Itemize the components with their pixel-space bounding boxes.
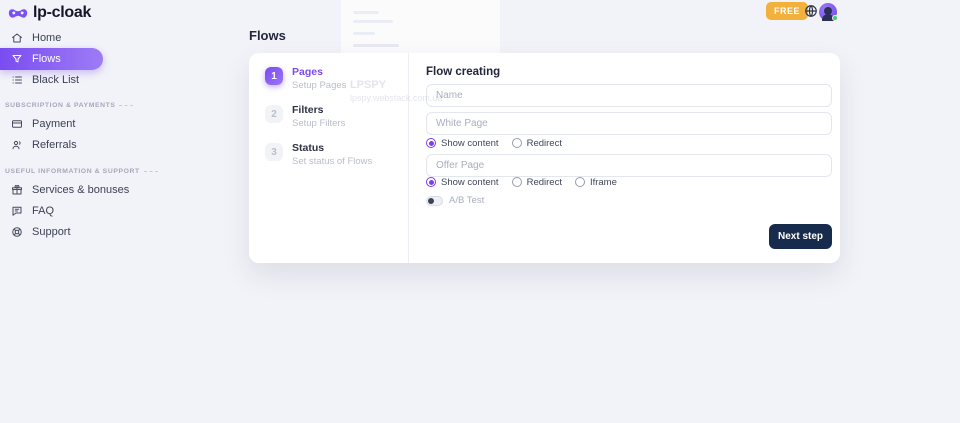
sidebar-section-subscription: SUBSCRIPTION & PAYMENTS	[5, 102, 133, 109]
sidebar-item-black-list[interactable]: Black List	[0, 69, 160, 91]
white-page-radio-show-content[interactable]: Show content	[426, 138, 499, 149]
white-page-input[interactable]	[426, 112, 832, 135]
sidebar-item-flows[interactable]: Flows	[0, 48, 103, 70]
referrals-icon	[11, 139, 23, 151]
logo-text: lp-cloak	[33, 4, 91, 22]
radio-label: Iframe	[590, 177, 617, 188]
next-step-button[interactable]: Next step	[769, 224, 832, 249]
step-subtitle: Setup Pages	[292, 80, 346, 91]
home-icon	[11, 32, 23, 44]
globe-icon	[804, 4, 818, 18]
radio-label: Redirect	[527, 138, 562, 149]
language-globe-button[interactable]	[804, 4, 818, 18]
online-status-dot	[832, 15, 838, 21]
step-number: 1	[265, 67, 283, 85]
ab-test-toggle[interactable]	[426, 196, 443, 206]
step-pages[interactable]: 1 Pages Setup Pages	[265, 67, 408, 91]
faq-chat-icon	[11, 205, 23, 217]
sidebar-item-label: Home	[32, 32, 61, 44]
sidebar-item-referrals[interactable]: Referrals	[0, 134, 160, 156]
sidebar-item-services-bonuses[interactable]: Services & bonuses	[0, 179, 160, 201]
flows-icon	[11, 53, 23, 65]
section-title: SUBSCRIPTION & PAYMENTS	[5, 102, 115, 109]
offer-page-options: Show content Redirect Iframe	[426, 176, 617, 188]
offer-page-radio-iframe[interactable]: Iframe	[575, 177, 617, 188]
step-title: Pages	[292, 67, 346, 78]
mask-logo-icon	[8, 7, 28, 20]
offer-page-input[interactable]	[426, 154, 832, 177]
radio-selected-icon	[426, 177, 436, 187]
offer-page-radio-show-content[interactable]: Show content	[426, 177, 499, 188]
step-subtitle: Setup Filters	[292, 118, 345, 129]
radio-label: Redirect	[527, 177, 562, 188]
radio-label: Show content	[441, 138, 499, 149]
lifebuoy-icon	[11, 226, 23, 238]
sidebar-item-home[interactable]: Home	[0, 27, 160, 49]
flow-creating-form: Flow creating Show content Redirect Show…	[426, 53, 832, 263]
sidebar-item-label: Black List	[32, 74, 79, 86]
sidebar-item-label: FAQ	[32, 205, 54, 217]
step-filters[interactable]: 2 Filters Setup Filters	[265, 105, 408, 129]
step-title: Filters	[292, 105, 345, 116]
step-title: Status	[292, 143, 372, 154]
step-number: 2	[265, 105, 283, 123]
gift-icon	[11, 184, 23, 196]
step-subtitle: Set status of Flows	[292, 156, 372, 167]
plan-badge-free-button[interactable]: FREE	[766, 2, 808, 20]
sidebar: lp-cloak Home Flows Black List SUBSCRIPT…	[0, 0, 210, 423]
radio-icon	[512, 138, 522, 148]
sidebar-item-faq[interactable]: FAQ	[0, 200, 160, 222]
radio-selected-icon	[426, 138, 436, 148]
sidebar-item-label: Referrals	[32, 139, 77, 151]
name-input[interactable]	[426, 84, 832, 107]
modal-title: Flow creating	[426, 66, 500, 78]
step-status[interactable]: 3 Status Set status of Flows	[265, 143, 408, 167]
sidebar-item-support[interactable]: Support	[0, 221, 160, 243]
ab-test-row: A/B Test	[426, 195, 484, 206]
radio-icon	[512, 177, 522, 187]
step-number: 3	[265, 143, 283, 161]
offer-page-radio-redirect[interactable]: Redirect	[512, 177, 562, 188]
white-page-options: Show content Redirect	[426, 137, 562, 149]
white-page-radio-redirect[interactable]: Redirect	[512, 138, 562, 149]
user-avatar[interactable]	[819, 3, 837, 21]
sidebar-section-useful-info: USEFUL INFORMATION & SUPPORT	[5, 168, 158, 175]
modal-steps: 1 Pages Setup Pages 2 Filters Setup Filt…	[249, 53, 409, 263]
app-logo[interactable]: lp-cloak	[8, 4, 91, 22]
sidebar-item-label: Support	[32, 226, 71, 238]
section-title: USEFUL INFORMATION & SUPPORT	[5, 168, 140, 175]
sidebar-item-payment[interactable]: Payment	[0, 113, 160, 135]
sidebar-item-label: Payment	[32, 118, 75, 130]
sidebar-item-label: Services & bonuses	[32, 184, 129, 196]
sidebar-item-label: Flows	[32, 53, 61, 65]
list-icon	[11, 74, 23, 86]
page-title: Flows	[249, 28, 286, 43]
radio-label: Show content	[441, 177, 499, 188]
ab-test-label: A/B Test	[449, 195, 484, 206]
radio-icon	[575, 177, 585, 187]
flow-creating-modal: 1 Pages Setup Pages 2 Filters Setup Filt…	[249, 53, 840, 263]
payment-card-icon	[11, 118, 23, 130]
